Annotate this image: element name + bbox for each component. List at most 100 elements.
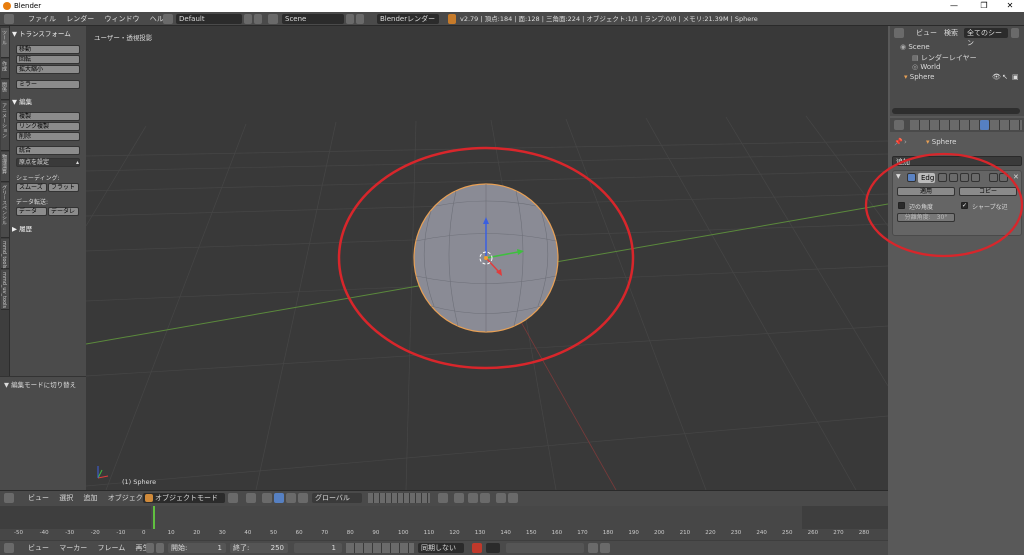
- 3d-viewport[interactable]: ユーザー・透視投影 (1) Sphere: [86, 26, 888, 490]
- delete-keyframe-icon[interactable]: [600, 543, 610, 553]
- tab-create[interactable]: 作成: [1, 59, 9, 79]
- editor-type-icon-3dview[interactable]: [4, 493, 14, 503]
- tab-grease-pencil[interactable]: グリースペンシル: [1, 183, 9, 238]
- scene-icon[interactable]: [268, 14, 278, 24]
- current-frame-line[interactable]: [153, 506, 155, 529]
- set-origin-dropdown[interactable]: 原点を設定: [16, 158, 80, 167]
- scene-field[interactable]: Scene: [282, 14, 344, 24]
- tab-mmd-tools[interactable]: mmd_tools: [1, 239, 9, 269]
- modifier-tab-icon[interactable]: [980, 120, 989, 130]
- snap-toggle-icon[interactable]: [468, 493, 478, 503]
- current-frame-field[interactable]: 1: [294, 543, 342, 553]
- end-frame-field[interactable]: 終了: 250: [230, 543, 288, 553]
- menu-file[interactable]: ファイル: [28, 12, 56, 26]
- mirror-button[interactable]: ミラー: [16, 80, 80, 89]
- duplicate-button[interactable]: 複製: [16, 112, 80, 121]
- outliner-scrollbar[interactable]: [892, 108, 1020, 114]
- remove-scene-icon[interactable]: [356, 14, 364, 24]
- outliner-item-render-layers[interactable]: ▤ レンダーレイヤー: [912, 53, 977, 63]
- start-frame-field[interactable]: 開始: 1: [168, 543, 226, 553]
- layer-lock-icon[interactable]: [438, 493, 448, 503]
- add-scene-icon[interactable]: [346, 14, 354, 24]
- rotate-manipulator-icon[interactable]: [286, 493, 296, 503]
- outliner-editor-icon[interactable]: [894, 28, 904, 38]
- menu-render[interactable]: レンダー: [66, 12, 94, 26]
- shade-smooth-button[interactable]: スムーズ: [16, 183, 47, 192]
- frame-tick: 60: [295, 530, 303, 536]
- render-engine-dropdown[interactable]: Blenderレンダー: [377, 14, 439, 24]
- renderable-camera-icon[interactable]: ▣: [1012, 73, 1019, 81]
- pivot-point-icon[interactable]: [246, 493, 256, 503]
- layer-buttons[interactable]: [368, 493, 430, 503]
- edit-panel-header[interactable]: ▼ 編集: [12, 96, 32, 106]
- history-panel-header[interactable]: ▶ 履歴: [12, 223, 32, 233]
- render-layers-icon: ▤: [912, 54, 921, 62]
- minimize-button[interactable]: —: [940, 0, 968, 12]
- move-button[interactable]: 移動: [16, 45, 80, 54]
- delete-button[interactable]: 削除: [16, 132, 80, 141]
- translate-manipulator-icon[interactable]: [274, 493, 284, 503]
- scale-button[interactable]: 拡大縮小: [16, 65, 80, 74]
- manipulator-toggle-icon[interactable]: [262, 493, 272, 503]
- transform-orientation-dropdown[interactable]: グローバル: [312, 493, 362, 503]
- tab-relations[interactable]: 関係: [1, 80, 9, 100]
- editor-type-icon[interactable]: [4, 14, 14, 24]
- operator-panel-header[interactable]: ▼ 編集モードに切り替え: [4, 379, 76, 389]
- add-layout-icon[interactable]: [244, 14, 252, 24]
- viewport-shading-icon[interactable]: [228, 493, 238, 503]
- properties-editor[interactable]: 📌 › ▾ Sphere 追加 ▼ Edg ✕ 適用 コピー 辺の角度 ✓ シャ…: [864, 118, 1024, 555]
- join-button[interactable]: 統合: [16, 146, 80, 155]
- opengl-animation-icon[interactable]: [508, 493, 518, 503]
- editor-type-icon-timeline[interactable]: [4, 543, 14, 553]
- tab-physics[interactable]: 物理演算: [1, 152, 9, 182]
- timeline-menu-marker[interactable]: マーカー: [59, 541, 87, 555]
- snap-element-icon[interactable]: [480, 493, 490, 503]
- transform-panel-header[interactable]: ▼ トランスフォーム: [12, 28, 71, 38]
- properties-editor-icon[interactable]: [894, 120, 904, 130]
- shade-flat-button[interactable]: フラット: [48, 183, 79, 192]
- keying-set-field[interactable]: [506, 543, 584, 553]
- pin-icon[interactable]: 📌: [894, 138, 903, 146]
- selectable-arrow-icon[interactable]: ↖: [1002, 73, 1008, 81]
- data-layout-button[interactable]: データレ: [48, 207, 79, 216]
- menu-view[interactable]: ビュー: [28, 491, 49, 505]
- outliner-item-world[interactable]: ◎ World: [912, 63, 940, 71]
- screen-layout-field[interactable]: Default: [176, 14, 242, 24]
- outliner-display-filter[interactable]: 全てのシーン: [964, 28, 1008, 47]
- rotate-button[interactable]: 回転: [16, 55, 80, 64]
- tab-mmd-uv-tools[interactable]: mmd_uv_tools: [1, 270, 9, 310]
- record-icon[interactable]: [146, 543, 154, 553]
- screen-layout-icon[interactable]: [163, 14, 173, 24]
- outliner[interactable]: ビュー 検索 全てのシーン ◉ Scene ▤ レンダーレイヤー ◎ World…: [890, 26, 1024, 116]
- menu-select[interactable]: 選択: [59, 491, 73, 505]
- outliner-view-menu[interactable]: ビュー: [916, 26, 937, 40]
- visibility-eye-icon[interactable]: 👁: [992, 73, 1001, 81]
- preview-range-icon[interactable]: [156, 543, 164, 553]
- viewport-canvas[interactable]: [86, 26, 888, 490]
- timeline-menu-view[interactable]: ビュー: [28, 541, 49, 555]
- menu-add[interactable]: 追加: [83, 491, 97, 505]
- auto-keying-icon[interactable]: [472, 543, 482, 553]
- timeline-menu-frame[interactable]: フレーム: [97, 541, 125, 555]
- menu-window[interactable]: ウィンドウ: [104, 12, 139, 26]
- outliner-filter-icon[interactable]: [1011, 28, 1019, 38]
- outliner-item-sphere[interactable]: ▾ Sphere: [904, 73, 934, 81]
- close-button[interactable]: ✕: [996, 0, 1024, 12]
- sync-dropdown[interactable]: 同期しない: [418, 543, 464, 553]
- outliner-search-menu[interactable]: 検索: [944, 26, 958, 40]
- outliner-item-scene[interactable]: ◉ Scene: [900, 43, 930, 51]
- playback-controls[interactable]: [346, 543, 414, 553]
- scale-manipulator-icon[interactable]: [298, 493, 308, 503]
- insert-keyframe-icon[interactable]: [588, 543, 598, 553]
- tab-tools[interactable]: ツール: [1, 28, 9, 58]
- proportional-edit-icon[interactable]: [454, 493, 464, 503]
- tab-animation[interactable]: アニメーション: [1, 101, 9, 151]
- mode-dropdown[interactable]: オブジェクトモード: [143, 493, 225, 503]
- opengl-render-icon[interactable]: [496, 493, 506, 503]
- data-transfer-button[interactable]: データ: [16, 207, 47, 216]
- properties-context-tabs[interactable]: [910, 120, 1022, 130]
- duplicate-linked-button[interactable]: リンク複製: [16, 122, 80, 131]
- keying-mode-dropdown[interactable]: [486, 543, 500, 553]
- remove-layout-icon[interactable]: [254, 14, 262, 24]
- maximize-button[interactable]: ❐: [970, 0, 998, 12]
